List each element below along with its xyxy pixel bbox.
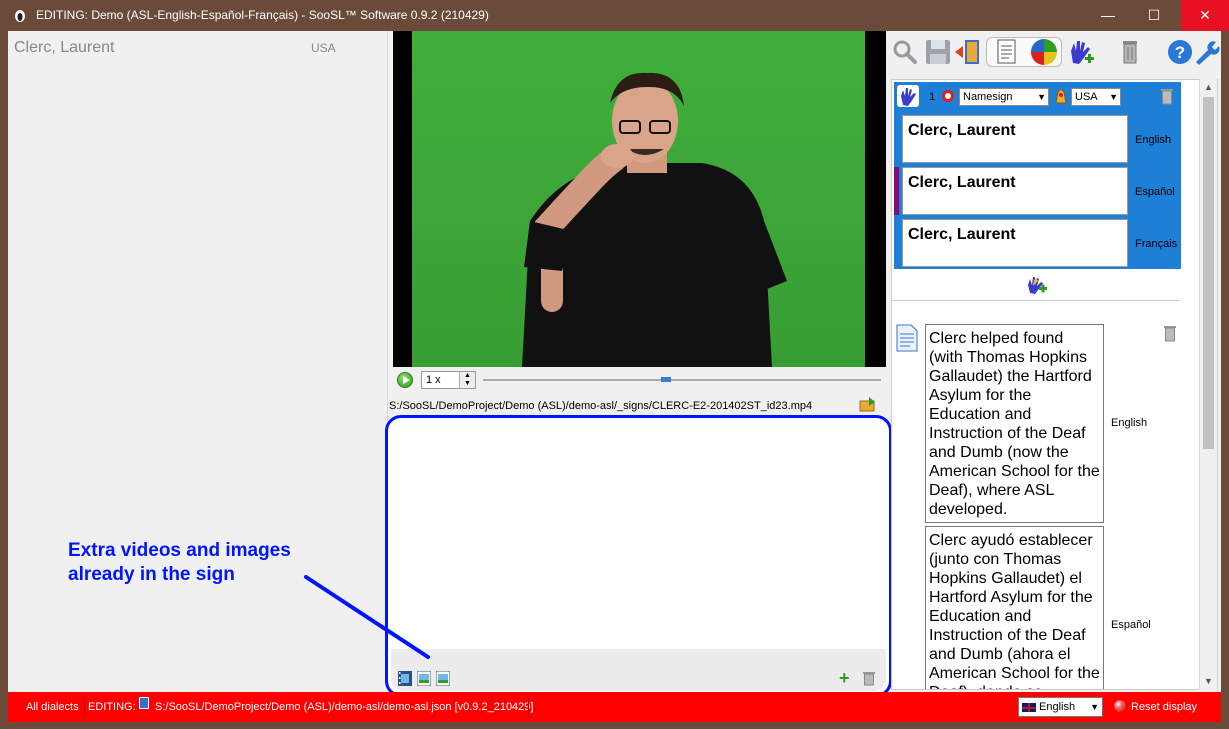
database-icon (139, 697, 149, 709)
gloss-field-english[interactable]: Clerc, Laurent (902, 115, 1128, 163)
section-divider (892, 300, 1180, 301)
app-logo-icon (15, 10, 25, 22)
sign-video[interactable] (393, 31, 886, 367)
annotation-line-2: already in the sign (68, 564, 235, 585)
settings-icon[interactable] (1191, 37, 1221, 67)
uk-flag-icon (1022, 703, 1036, 712)
extended-text-icon (896, 324, 918, 352)
play-button[interactable] (397, 372, 413, 388)
extended-text-espanol[interactable]: Clerc ayudó establecer (junto con Thomas… (925, 526, 1104, 689)
gloss-marker (894, 167, 899, 215)
dialect-colors-icon[interactable] (1029, 37, 1059, 67)
video-controls: 1 x ▲ ▼ (393, 369, 886, 393)
main-window: Clerc, Laurent USA 1 x ▲ ▼ S:/SooSL/Demo… (8, 31, 1221, 721)
exit-icon[interactable] (953, 37, 983, 67)
playback-speed-value: 1 x (426, 374, 441, 386)
sign-list-gloss: Clerc, Laurent (14, 39, 115, 56)
gloss-language: Español (1135, 186, 1175, 198)
sign-type-select[interactable]: Namesign ▼ (959, 88, 1049, 106)
extra-media-panel: + (385, 415, 892, 697)
dialect-filter[interactable]: All dialects (26, 701, 79, 713)
playback-speed-spinner[interactable]: 1 x ▲ ▼ (421, 371, 476, 389)
dialect-value: USA (1075, 91, 1098, 103)
gloss-language: English (1135, 134, 1172, 146)
language-value: English (1039, 701, 1076, 713)
dialect-select[interactable]: USA ▼ (1071, 88, 1121, 106)
trash-icon[interactable] (1160, 88, 1174, 105)
extended-text-language: English (1111, 417, 1148, 429)
gloss-text: Clerc, Laurent (908, 226, 1016, 243)
save-icon[interactable] (923, 37, 953, 67)
notes-icon[interactable] (992, 37, 1022, 67)
sign-type-icon (942, 90, 954, 102)
details-scrollbar[interactable]: ▲ ▼ (1199, 79, 1217, 690)
maximize-button[interactable]: ☐ (1131, 0, 1177, 31)
reset-icon[interactable] (1114, 700, 1126, 712)
chevron-down-icon: ▼ (1037, 92, 1046, 102)
project-path: S:/SooSL/DemoProject/Demo (ASL)/demo-asl… (155, 701, 534, 713)
minimize-button[interactable]: — (1085, 0, 1131, 31)
gloss-text: Clerc, Laurent (908, 174, 1016, 191)
title-bar: EDITING: Demo (ASL-English-Español-Franç… (0, 0, 1229, 31)
add-media-button[interactable]: + (839, 669, 850, 687)
sign-list-dialect: USA (311, 41, 336, 55)
scroll-down-icon[interactable]: ▼ (1200, 673, 1217, 690)
extended-text-english[interactable]: Clerc helped found (with Thomas Hopkins … (925, 324, 1104, 523)
gloss-text: Clerc, Laurent (908, 122, 1016, 139)
sense-number: 1 (929, 91, 936, 103)
chevron-down-icon: ▼ (1109, 92, 1118, 102)
extra-media-toolbar (391, 649, 886, 691)
gloss-field-francais[interactable]: Clerc, Laurent (902, 219, 1128, 267)
extra-image-icon[interactable] (436, 671, 450, 686)
video-frame (412, 31, 865, 367)
chevron-down-icon: ▼ (1090, 702, 1099, 712)
close-button[interactable]: ✕ (1181, 0, 1229, 31)
annotation-callout: Extra videos and images already in the s… (68, 539, 388, 587)
gloss-language: Français (1135, 238, 1178, 250)
trash-icon[interactable] (862, 670, 876, 686)
add-sign-icon[interactable] (1065, 37, 1095, 67)
sign-type-value: Namesign (963, 91, 1013, 103)
handshape-icon[interactable] (897, 85, 919, 107)
editing-label: EDITING: (88, 701, 136, 713)
sense-card: 1 Namesign ▼ USA ▼ Clerc, Laurent Englis… (894, 82, 1181, 269)
trash-icon[interactable] (1163, 325, 1177, 342)
reset-display-button[interactable]: Reset display (1131, 701, 1197, 713)
sign-details-panel: 1 Namesign ▼ USA ▼ Clerc, Laurent Englis… (891, 79, 1218, 690)
status-bar: All dialects EDITING: S:/SooSL/DemoProje… (8, 692, 1221, 722)
status-separator (528, 696, 529, 718)
sense-header: 1 Namesign ▼ USA ▼ (894, 82, 1181, 110)
video-timeline[interactable] (483, 377, 881, 382)
editor-toolbar: ? (890, 31, 1221, 75)
signer-figure (522, 72, 787, 367)
status-separator (84, 696, 85, 718)
scroll-thumb[interactable] (1203, 97, 1214, 449)
annotation-line-1: Extra videos and images (68, 540, 291, 561)
extra-image-icon[interactable] (417, 671, 431, 686)
extended-text-language: Español (1111, 619, 1151, 631)
extra-video-icon[interactable] (398, 671, 412, 686)
change-video-icon[interactable] (859, 396, 877, 412)
timeline-handle[interactable] (661, 377, 671, 382)
spinner-arrows-icon[interactable]: ▲ ▼ (459, 372, 475, 388)
dialect-icon (1055, 88, 1067, 104)
scroll-up-icon[interactable]: ▲ (1200, 79, 1217, 96)
window-title: EDITING: Demo (ASL-English-Español-Franç… (36, 8, 489, 22)
sign-list: Clerc, Laurent USA (8, 31, 388, 692)
svg-text:?: ? (1175, 43, 1185, 62)
sign-list-item[interactable]: Clerc, Laurent USA (14, 39, 384, 61)
add-sense-icon[interactable] (1025, 276, 1047, 294)
gloss-field-espanol[interactable]: Clerc, Laurent (902, 167, 1128, 215)
language-select[interactable]: English ▼ (1018, 697, 1103, 717)
delete-icon[interactable] (1115, 37, 1145, 67)
video-file-path: S:/SooSL/DemoProject/Demo (ASL)/demo-asl… (389, 400, 813, 412)
search-icon[interactable] (890, 37, 920, 67)
